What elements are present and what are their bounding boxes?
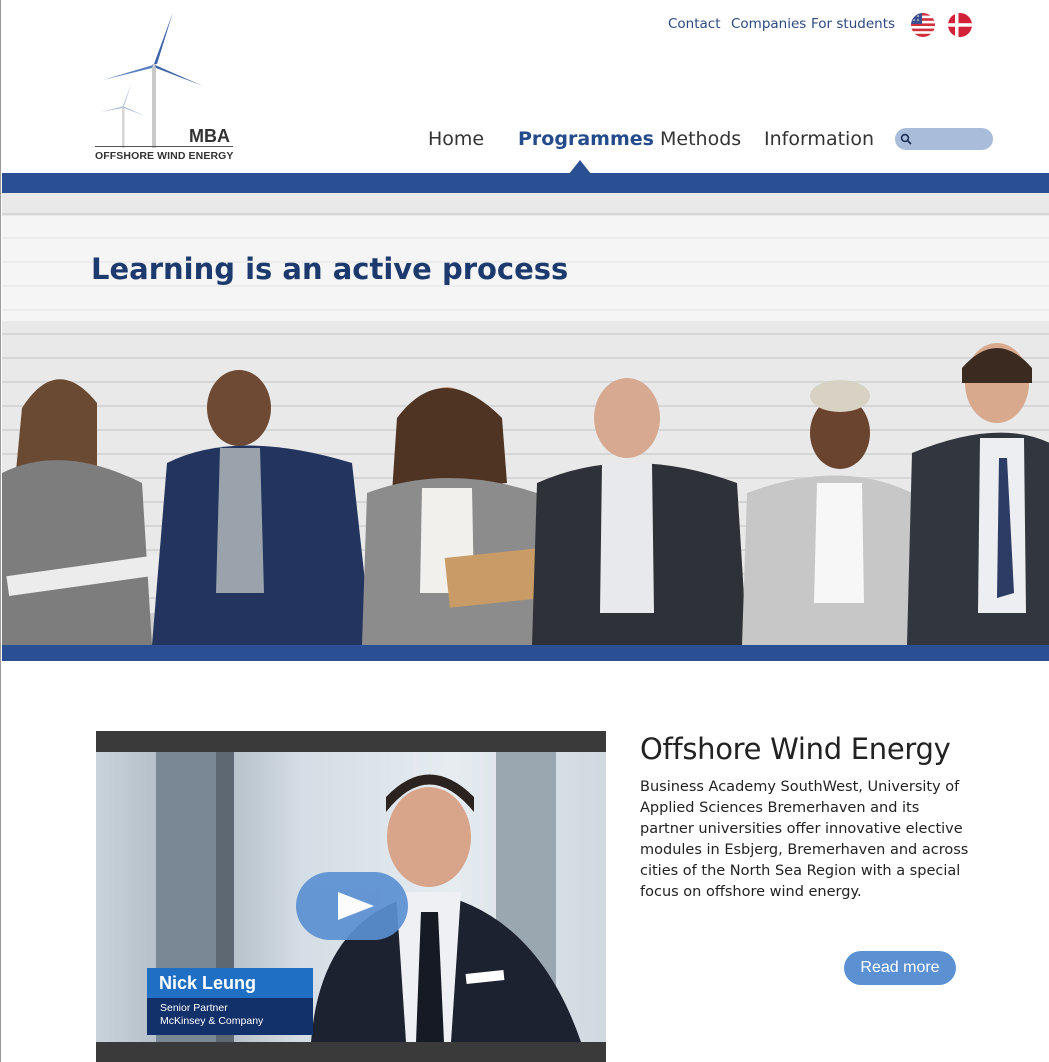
dk-flag-icon[interactable] [948, 13, 972, 37]
play-icon [338, 892, 374, 920]
play-button[interactable] [296, 872, 408, 940]
logo-subtitle: OFFSHORE WIND ENERGY [95, 150, 234, 162]
nav-methods[interactable]: Methods [660, 128, 741, 150]
active-nav-indicator [569, 160, 591, 174]
speaker-company: McKinsey & Company [160, 1015, 264, 1027]
speaker-title: Senior Partner McKinsey & Company [147, 998, 313, 1035]
hero-bottom-bar [2, 645, 1049, 661]
article-body: Business Academy SouthWest, University o… [640, 779, 969, 900]
video-caption: Nick Leung Senior Partner McKinsey & Com… [147, 968, 313, 1035]
contact-link[interactable]: Contact [668, 16, 721, 32]
for-students-link[interactable]: For students [811, 16, 895, 32]
logo-divider [95, 146, 233, 147]
article-title: Offshore Wind Energy [640, 732, 951, 766]
nav-information[interactable]: Information [764, 128, 874, 150]
speaker-role: Senior Partner [160, 1002, 228, 1014]
nav-home[interactable]: Home [428, 128, 484, 150]
companies-link[interactable]: Companies [731, 16, 806, 32]
logo-title: MBA [189, 126, 230, 146]
speaker-name: Nick Leung [147, 968, 313, 998]
nav-programmes[interactable]: Programmes [518, 128, 654, 150]
header-divider-bar [2, 173, 1049, 193]
read-more-button[interactable]: Read more [844, 951, 956, 985]
hero-title: Learning is an active process [91, 252, 569, 286]
us-flag-icon[interactable] [911, 13, 935, 37]
search-icon[interactable] [900, 133, 912, 145]
